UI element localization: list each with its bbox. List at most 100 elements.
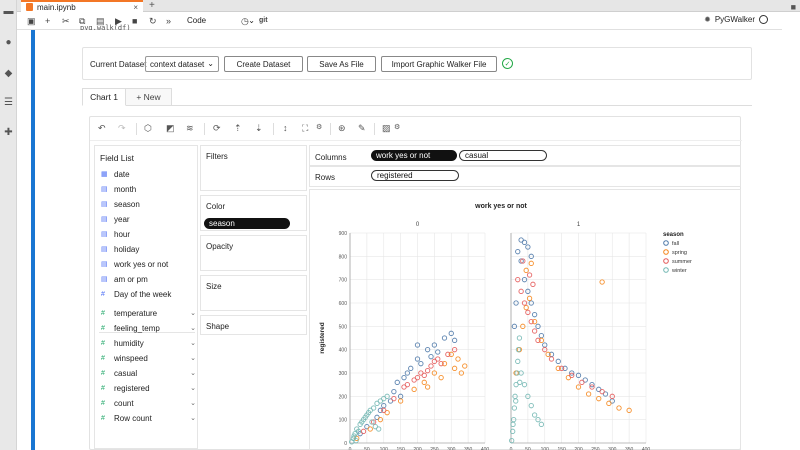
y-tick-label: 400 (339, 348, 348, 354)
redo-icon[interactable]: ↷ (118, 123, 126, 134)
cube-icon[interactable]: ⬡ (144, 123, 152, 134)
legend-label: summer (672, 259, 692, 265)
cut-icon[interactable]: ✂ (62, 15, 70, 27)
rows-shelf[interactable]: Rows registered (309, 165, 741, 187)
columns-label: Columns (315, 153, 347, 162)
columns-field-pill[interactable]: casual (459, 150, 547, 161)
field-casual[interactable]: # casual ⌄ (101, 366, 196, 380)
field-month[interactable]: ▤ month (101, 182, 196, 196)
toolbar-divider (273, 123, 274, 135)
opacity-shelf[interactable]: Opacity (200, 235, 307, 271)
tab-main-ipynb[interactable]: main.ipynb × (21, 0, 143, 12)
save-as-file-button[interactable]: Save As File (307, 56, 376, 72)
chevron-down-icon[interactable]: ⌄ (190, 309, 196, 317)
color-shelf[interactable]: Color season (200, 195, 307, 231)
brush-icon[interactable]: ⊛ (338, 123, 346, 134)
kernel-status-icon (759, 15, 768, 24)
field-label: feeling_temp (114, 323, 160, 333)
cell-type-value: Code (187, 16, 207, 25)
data-point-spring (462, 363, 468, 369)
gear-icon[interactable]: ⚙ (394, 123, 400, 131)
gear-icon[interactable]: ⚙ (316, 123, 322, 131)
clock-icon[interactable]: ◷ (241, 15, 249, 27)
close-icon[interactable]: × (133, 3, 138, 12)
field-holiday[interactable]: ▤ holiday (101, 242, 196, 256)
bug-icon[interactable]: ✹ (704, 15, 711, 24)
field-registered[interactable]: # registered ⌄ (101, 381, 196, 395)
scatter-chart[interactable]: work yes or not00 50 100 150 200 250 300 350 400… (310, 190, 741, 450)
add-cell-icon[interactable]: + (45, 15, 50, 27)
stop-icon[interactable]: ■ (132, 15, 137, 27)
field-date[interactable]: ▦ date (101, 167, 196, 181)
sort-asc-icon[interactable]: ⇡ (234, 123, 242, 134)
new-tab-button[interactable]: + (149, 0, 155, 11)
restart-icon[interactable]: ↻ (149, 15, 157, 27)
columns-field-pill[interactable]: work yes or not (371, 150, 457, 161)
field-humidity[interactable]: # humidity ⌄ (101, 336, 196, 350)
extensions-icon[interactable]: ✚ (3, 127, 14, 138)
resize-icon[interactable]: ⛶ (302, 123, 308, 134)
color-label: Color (206, 202, 226, 211)
field-temperature[interactable]: # temperature ⌄ (101, 306, 196, 320)
activity-bar: ▬ ● ◆ ☰ ✚ (0, 0, 17, 450)
field-am-or-pm[interactable]: ▤ am or pm (101, 272, 196, 286)
save-icon[interactable]: ▣ (27, 15, 36, 27)
field-day-of-week[interactable]: # Day of the week (101, 287, 196, 301)
new-chart-tab[interactable]: + New (126, 88, 172, 106)
chevron-down-icon[interactable]: ⌄ (190, 414, 196, 422)
field-label: am or pm (114, 274, 148, 284)
y-tick-label: 100 (339, 418, 348, 424)
field-count[interactable]: # count ⌄ (101, 396, 196, 410)
field-row-count[interactable]: # Row count ⌄ (101, 411, 196, 425)
field-label: temperature (114, 308, 158, 318)
dataset-select[interactable]: context dataset ⌄ (145, 56, 219, 72)
toolbar-divider (330, 123, 331, 135)
data-point-spring (411, 386, 417, 392)
opacity-label: Opacity (206, 242, 234, 251)
field-feeling-temp[interactable]: # feeling_temp ⌄ (101, 321, 196, 335)
chevron-down-icon[interactable]: ⌄ (190, 354, 196, 362)
mark-type-icon[interactable]: ◩ (166, 123, 175, 134)
settings-icon[interactable]: ■ (791, 2, 796, 12)
chevron-down-icon[interactable]: ⌄ (190, 324, 196, 332)
git-icon[interactable]: ◆ (3, 68, 14, 79)
layers-icon[interactable]: ≋ (186, 123, 194, 134)
sort-desc-icon[interactable]: ⇣ (255, 123, 263, 134)
image-icon[interactable]: ▨ (382, 123, 391, 134)
fast-forward-icon[interactable]: » (166, 15, 171, 27)
columns-shelf[interactable]: Columns work yes or not casual (309, 145, 741, 167)
cell-selection-bar[interactable] (31, 30, 35, 450)
kernel-indicator[interactable]: ✹ PyGWalker (704, 15, 768, 24)
folder-icon[interactable]: ▬ (3, 6, 14, 17)
chevron-down-icon[interactable]: ⌄ (190, 399, 196, 407)
size-shelf[interactable]: Size (200, 275, 307, 311)
data-point-fall (401, 375, 407, 381)
chevron-down-icon[interactable]: ⌄ (190, 369, 196, 377)
git-label[interactable]: git (259, 15, 268, 27)
tab-chart-1[interactable]: Chart 1 (82, 88, 126, 106)
running-icon[interactable]: ● (3, 37, 14, 48)
chevron-down-icon[interactable]: ⌄ (190, 339, 196, 347)
scale-icon[interactable]: ↕ (283, 123, 288, 133)
field-season[interactable]: ▤ season (101, 197, 196, 211)
create-dataset-button[interactable]: Create Dataset (224, 56, 303, 72)
code-snippet[interactable]: pyg.walk(df) (80, 24, 131, 30)
pen-icon[interactable]: ✎ (358, 123, 366, 134)
undo-icon[interactable]: ↶ (98, 123, 106, 134)
text-icon: ▤ (101, 276, 108, 283)
shape-shelf[interactable]: Shape (200, 315, 307, 335)
toc-icon[interactable]: ☰ (3, 97, 14, 108)
data-point-winter (376, 426, 382, 432)
field-winspeed[interactable]: # winspeed ⌄ (101, 351, 196, 365)
field-year[interactable]: ▤ year (101, 212, 196, 226)
transpose-icon[interactable]: ⟳ (213, 123, 221, 134)
field-label: holiday (114, 244, 140, 254)
color-field-pill[interactable]: season (204, 218, 290, 229)
filters-shelf[interactable]: Filters (200, 145, 307, 191)
field-work-yes-or-not[interactable]: ▤ work yes or not (101, 257, 196, 271)
import-walker-file-button[interactable]: Import Graphic Walker File (381, 56, 497, 72)
rows-field-pill[interactable]: registered (371, 170, 459, 181)
chevron-down-icon[interactable]: ⌄ (190, 384, 196, 392)
chart-area[interactable]: work yes or not 0 0 50 100 150 200 250 300 350 400… (309, 189, 741, 450)
field-hour[interactable]: ▤ hour (101, 227, 196, 241)
